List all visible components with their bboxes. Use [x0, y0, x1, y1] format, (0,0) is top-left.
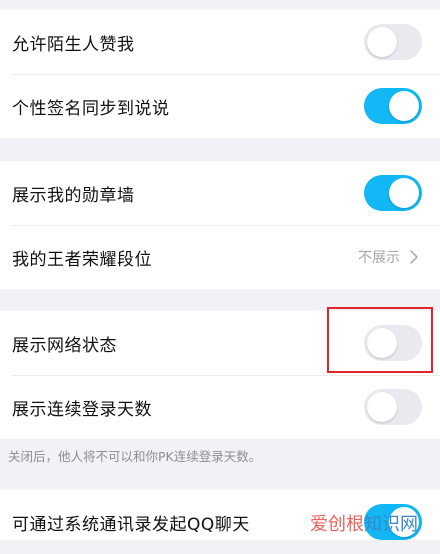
toggle-knob [367, 27, 397, 57]
medal-wall-label: 展示我的勋章墙 [12, 185, 135, 206]
login-days-row: 展示连续登录天数 [0, 375, 440, 439]
allow-stranger-like-toggle[interactable] [364, 24, 422, 60]
medal-wall-row: 展示我的勋章墙 [0, 161, 440, 225]
highlight-box [327, 307, 433, 373]
network-status-label: 展示网络状态 [12, 335, 117, 356]
king-rank-value: 不展示 [358, 250, 400, 266]
login-days-label: 展示连续登录天数 [12, 399, 152, 420]
sync-signature-toggle[interactable] [364, 88, 422, 124]
settings-group-privacy: 允许陌生人赞我 个性签名同步到说说 [0, 10, 440, 138]
watermark-suffix: 知识网 [364, 514, 418, 535]
sync-signature-label: 个性签名同步到说说 [12, 98, 170, 119]
king-rank-row[interactable]: 我的王者荣耀段位 不展示 [0, 225, 440, 289]
contacts-qq-chat-label: 可通过系统通讯录发起QQ聊天 [12, 514, 250, 535]
settings-group-display: 展示我的勋章墙 我的王者荣耀段位 不展示 [0, 161, 440, 289]
chevron-right-icon [410, 250, 418, 264]
king-rank-label: 我的王者荣耀段位 [12, 249, 152, 270]
allow-stranger-like-row: 允许陌生人赞我 [0, 10, 440, 74]
king-rank-value-wrap: 不展示 [358, 247, 422, 267]
login-days-toggle[interactable] [364, 389, 422, 425]
login-days-footnote: 关闭后，他人将不可以和你PK连续登录天数。 [8, 449, 262, 464]
toggle-knob [367, 392, 397, 422]
toggle-knob [389, 178, 419, 208]
medal-wall-toggle[interactable] [364, 175, 422, 211]
toggle-knob [389, 91, 419, 121]
sync-signature-row: 个性签名同步到说说 [0, 74, 440, 138]
watermark-brand: 爱创根 [310, 514, 364, 535]
allow-stranger-like-label: 允许陌生人赞我 [12, 34, 135, 55]
watermark: 爱创根知识网 [310, 510, 418, 536]
